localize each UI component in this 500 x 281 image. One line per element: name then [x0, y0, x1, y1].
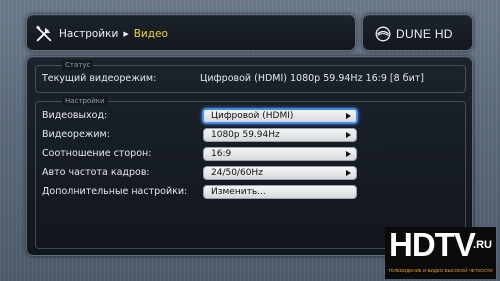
- aspect-ratio-value: 16:9: [211, 149, 232, 159]
- breadcrumb-settings[interactable]: Настройки: [59, 28, 118, 40]
- breadcrumb-separator-icon: ▶: [123, 29, 129, 38]
- breadcrumb-current: Видео: [133, 27, 168, 40]
- status-legend: Статус: [62, 60, 94, 70]
- auto-framerate-value: 24/50/60Hz: [211, 168, 263, 178]
- advanced-settings-value: Изменить...: [211, 187, 266, 197]
- arrow-right-icon: [346, 170, 351, 176]
- video-mode-value: 1080p 59.94Hz: [211, 130, 280, 140]
- advanced-settings-label: Дополнительные настройки:: [42, 186, 188, 197]
- breadcrumb-panel: Настройки ▶ Видео: [26, 14, 356, 51]
- current-mode-value: Цифровой (HDMI) 1080p 59.94Hz 16:9 [8 би…: [200, 73, 424, 84]
- brand-name: DUNE HD: [396, 26, 453, 41]
- watermark-logo-suffix: .RU: [473, 239, 492, 251]
- hdtv-watermark: HDTV .RU ТЕЛЕВИДЕНИЕ И ВИДЕО ВЫСОКОЙ ЧЕТ…: [385, 227, 496, 279]
- video-output-select[interactable]: Цифровой (HDMI): [202, 108, 358, 124]
- video-output-value: Цифровой (HDMI): [211, 111, 294, 121]
- video-mode-select[interactable]: 1080p 59.94Hz: [203, 128, 357, 142]
- watermark-tagline: ТЕЛЕВИДЕНИЕ И ВИДЕО ВЫСОКОЙ ЧЕТКОСТИ: [388, 268, 493, 273]
- status-group: Статус Текущий видеорежим: Цифровой (HDM…: [35, 60, 466, 93]
- dune-logo-icon: [375, 26, 391, 41]
- watermark-logo-text: HDTV: [389, 226, 476, 263]
- aspect-ratio-label: Соотношение сторон:: [42, 148, 152, 159]
- arrow-right-icon: [346, 132, 351, 138]
- breadcrumb: Настройки ▶ Видео: [35, 15, 168, 52]
- tools-icon: [35, 24, 52, 41]
- settings-legend: Настройки: [62, 96, 108, 106]
- brand-panel: DUNE HD: [362, 14, 473, 51]
- arrow-right-icon: [346, 113, 351, 119]
- arrow-right-icon: [346, 151, 351, 157]
- brand-logo: DUNE HD: [375, 15, 453, 52]
- video-mode-label: Видеорежим:: [42, 129, 110, 140]
- current-mode-label: Текущий видеорежим:: [42, 73, 157, 84]
- video-output-label: Видеовыход:: [42, 110, 108, 121]
- advanced-settings-button[interactable]: Изменить...: [203, 185, 357, 199]
- auto-framerate-label: Авто частота кадров:: [42, 167, 150, 178]
- auto-framerate-select[interactable]: 24/50/60Hz: [203, 166, 357, 180]
- aspect-ratio-select[interactable]: 16:9: [203, 147, 357, 161]
